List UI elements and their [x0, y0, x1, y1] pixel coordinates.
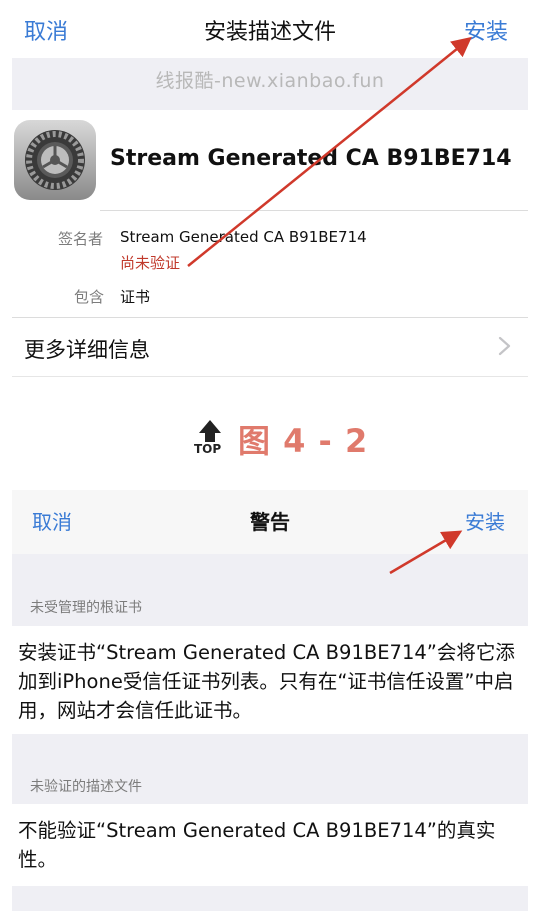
install-button[interactable]: 安装: [464, 14, 508, 46]
profile-name: Stream Generated CA B91BE714: [110, 146, 512, 171]
contains-value: 证书: [120, 288, 151, 306]
signed-by-value: Stream Generated CA B91BE714: [120, 228, 367, 246]
page-title: 警告: [250, 510, 290, 534]
section-text: 安装证书“Stream Generated CA B91BE714”会将它添加到…: [18, 641, 515, 722]
settings-gear-icon: [14, 120, 96, 200]
chevron-right-icon: [496, 334, 514, 358]
unverified-status: 尚未验证: [120, 254, 181, 272]
install-button[interactable]: 安装: [465, 506, 505, 535]
divider: [100, 210, 528, 211]
back-to-top-icon[interactable]: TOP: [192, 418, 228, 458]
contains-label: 包含: [74, 288, 105, 306]
top-label: TOP: [194, 442, 222, 456]
section-header: 未验证的描述文件: [30, 779, 142, 795]
section-footer-bg: [12, 886, 528, 911]
section-header: 未受管理的根证书: [30, 600, 142, 616]
more-details-label: 更多详细信息: [24, 338, 150, 362]
signed-by-label: 签名者: [58, 230, 104, 248]
watermark-text: 线报酷-new.xianbao.fun: [155, 70, 385, 92]
page-title: 安装描述文件: [203, 20, 336, 45]
figure-caption: 图 4 - 2: [238, 422, 369, 460]
section-text: 不能验证“Stream Generated CA B91BE714”的真实性。: [18, 819, 496, 871]
divider: [12, 376, 528, 377]
